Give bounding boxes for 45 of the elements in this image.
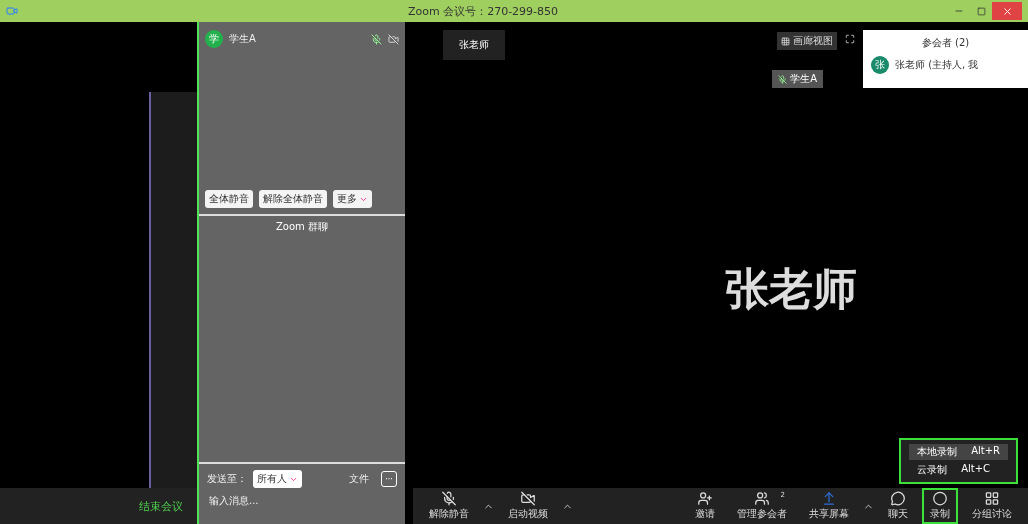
- end-meeting-button[interactable]: 结束会议: [133, 497, 189, 515]
- toolbar-button[interactable]: 录制: [922, 488, 958, 524]
- chat-title: Zoom 群聊: [275, 220, 329, 234]
- participant-row[interactable]: 学 学生A: [199, 26, 405, 52]
- participant-name: 学生A: [229, 32, 257, 46]
- close-icon[interactable]: [1001, 5, 1013, 17]
- chat-icon: [890, 491, 906, 506]
- gallery-view-button[interactable]: 画廊视图: [777, 32, 837, 50]
- video-thumbnail[interactable]: 张老师: [443, 30, 505, 60]
- window-title: Zoom 会议号：270-299-850: [406, 3, 560, 19]
- video-tile[interactable]: 学生A: [772, 70, 823, 88]
- add-user-icon: [697, 491, 713, 506]
- share-screen-icon: [821, 491, 837, 506]
- app-icon: [6, 5, 18, 17]
- users-icon: [754, 491, 770, 506]
- mic-off-icon: [778, 74, 788, 84]
- menu-item[interactable]: 云录制 Alt+C: [909, 462, 1008, 478]
- toolbar-button[interactable]: 聊天: [880, 488, 916, 524]
- record-icon: [932, 491, 948, 506]
- send-to-label: 发送至：: [207, 472, 247, 486]
- fullscreen-icon[interactable]: [845, 34, 855, 44]
- more-button[interactable]: ···: [381, 471, 397, 487]
- toolbar-button[interactable]: 共享屏幕: [801, 488, 857, 524]
- avatar: 学: [205, 30, 223, 48]
- grid-icon: [984, 491, 1000, 506]
- speaker-name: 张老师: [724, 261, 857, 316]
- file-button[interactable]: 文件: [343, 471, 375, 487]
- participant-name: 张老师 (主持人, 我: [895, 58, 979, 72]
- panel-button[interactable]: 全体静音: [205, 190, 253, 208]
- menu-item[interactable]: 本地录制 Alt+R: [909, 444, 1008, 460]
- panel-button[interactable]: 更多: [333, 190, 372, 208]
- grid-icon: [781, 36, 790, 46]
- recipient-dropdown[interactable]: 所有人: [253, 470, 302, 488]
- toolbar-button[interactable]: 邀请: [687, 488, 723, 524]
- video-off-icon: [388, 33, 399, 45]
- toolbar-button[interactable]: 启动视频: [500, 488, 556, 524]
- toolbar-button[interactable]: 分组讨论: [964, 488, 1020, 524]
- video-off-icon: [520, 491, 536, 506]
- toolbar-button[interactable]: 解除静音: [421, 488, 477, 524]
- mic-off-icon: [441, 491, 457, 506]
- avatar: 张: [871, 56, 889, 74]
- panel-title: 参会者 (2): [920, 36, 971, 50]
- panel-button[interactable]: 解除全体静音: [259, 190, 327, 208]
- maximize-icon[interactable]: [976, 6, 986, 16]
- message-input[interactable]: 输入消息...: [207, 494, 397, 507]
